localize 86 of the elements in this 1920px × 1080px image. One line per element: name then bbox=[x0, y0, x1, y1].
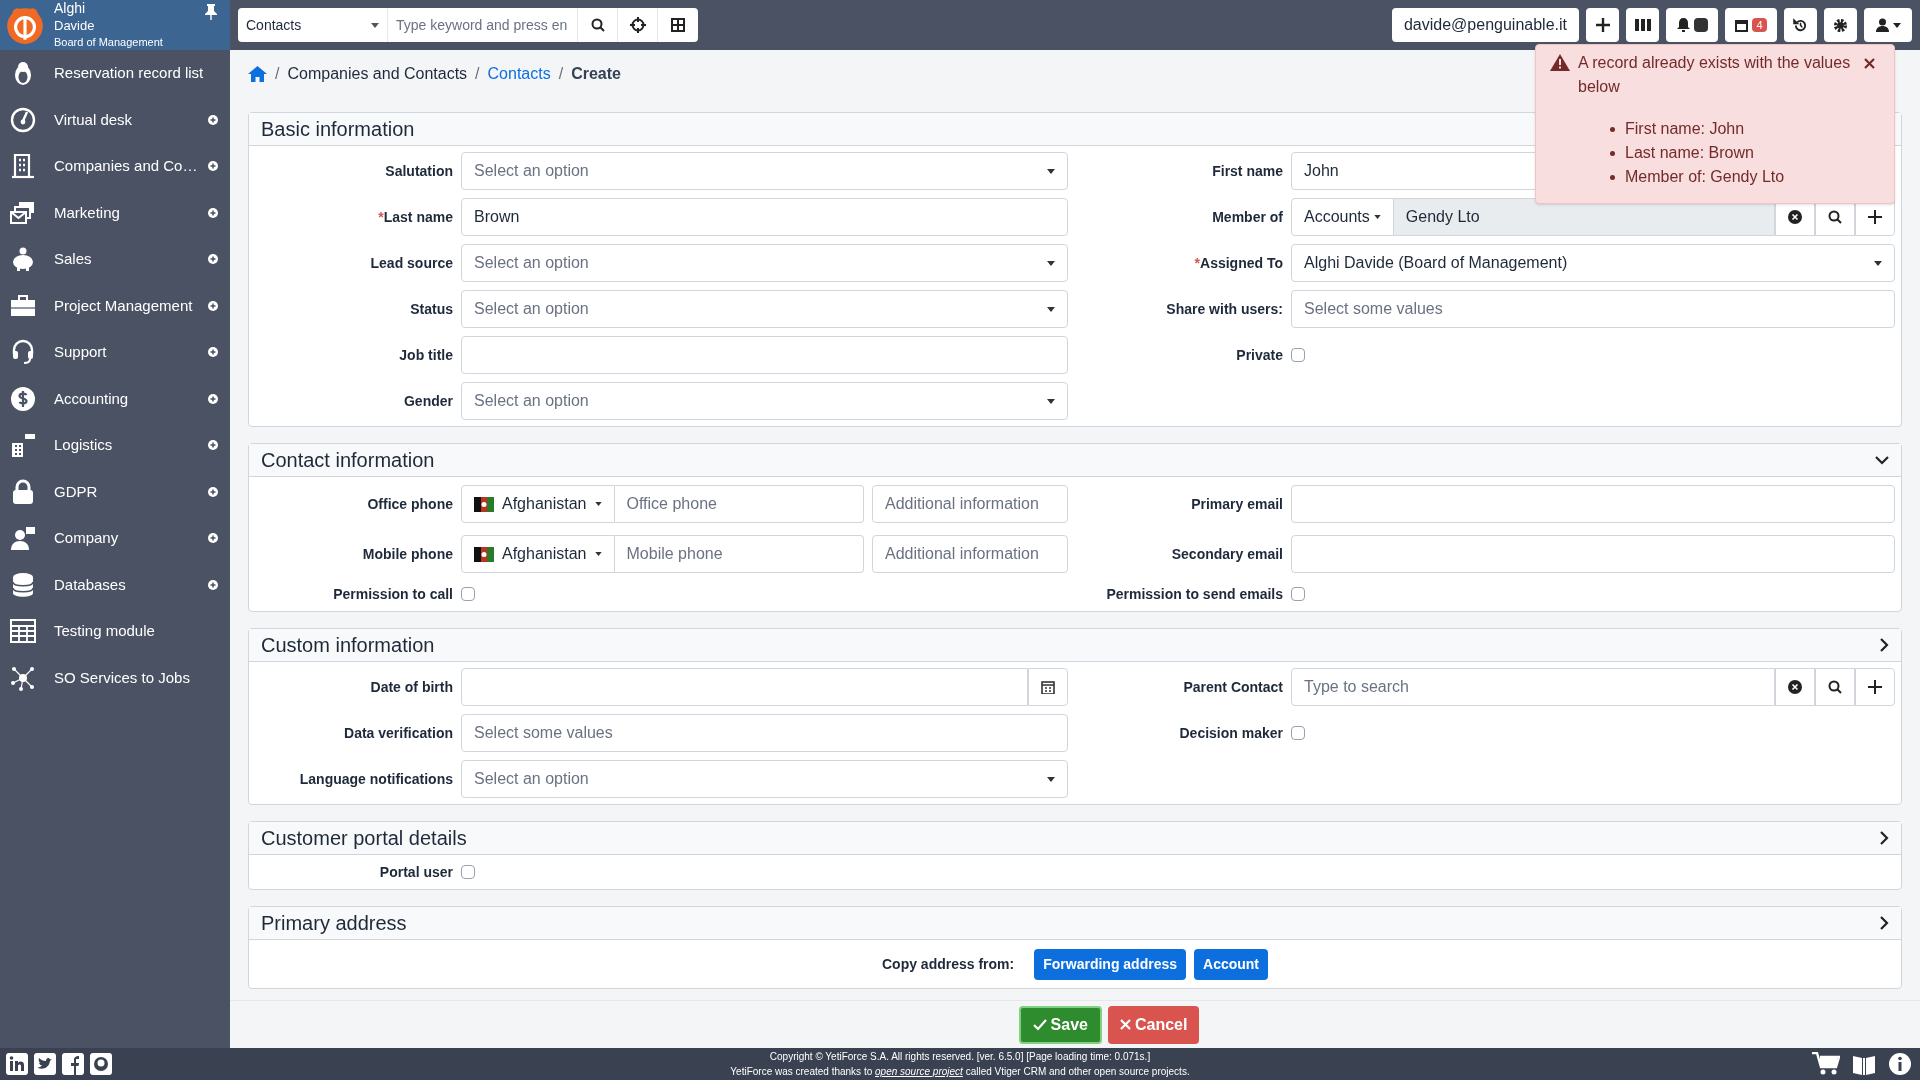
select-field[interactable]: Select an option bbox=[461, 382, 1068, 420]
user-last-name: Davide bbox=[54, 17, 96, 34]
field-label: Date of birth bbox=[369, 677, 454, 697]
country-select[interactable]: Afghanistan bbox=[461, 535, 615, 573]
field-label: Permission to call bbox=[332, 584, 454, 604]
field-label: Primary email bbox=[1190, 494, 1284, 514]
sidebar-item[interactable]: Testing module bbox=[0, 608, 230, 655]
sidebar-item[interactable]: Logistics bbox=[0, 422, 230, 469]
calendar-badge: 4 bbox=[1752, 18, 1767, 32]
cancel-button[interactable]: Cancel bbox=[1107, 1005, 1200, 1044]
field-label: Member of bbox=[1211, 207, 1284, 227]
user-email-field[interactable]: davide@penguinable.it bbox=[1391, 8, 1579, 42]
open-source-link[interactable]: open source project bbox=[875, 1066, 963, 1077]
sidebar-item[interactable]: Company bbox=[0, 515, 230, 562]
field-label: *Last name bbox=[377, 207, 454, 227]
reference-field[interactable]: Gendy Lto bbox=[1393, 198, 1775, 236]
copyright-text: Copyright © YetiForce S.A. All rights reserved. [ver. 6.5.0] [Page loading time: 0.071s.] bbox=[769, 1050, 1151, 1064]
field-label: Share with users: bbox=[1165, 299, 1284, 319]
alert-item: First name: John bbox=[1610, 117, 1880, 141]
panel-title: Custom information bbox=[261, 633, 435, 658]
user-first-name: Alghi bbox=[54, 0, 87, 17]
field-label: Permission to send emails bbox=[1105, 584, 1284, 604]
alert-message: A record already exists with the values below bbox=[1578, 53, 1852, 97]
sidebar-item[interactable]: Marketing bbox=[0, 189, 230, 236]
calendar-button[interactable]: 4 bbox=[1725, 8, 1777, 42]
select-field[interactable]: Select an option bbox=[461, 290, 1068, 328]
panel-title: Contact information bbox=[261, 448, 435, 473]
module-select[interactable]: Accounts bbox=[1291, 198, 1394, 236]
save-button[interactable]: Save bbox=[1018, 1005, 1102, 1044]
panel-title: Primary address bbox=[261, 911, 407, 936]
sidebar-item[interactable]: Project Management bbox=[0, 282, 230, 329]
field-label: Private bbox=[1235, 345, 1284, 365]
sidebar-item[interactable]: Sales bbox=[0, 236, 230, 283]
breadcrumb-separator: / bbox=[275, 64, 280, 84]
panel-title: Basic information bbox=[261, 117, 415, 142]
copy-address-label: Copy address from: bbox=[881, 954, 1015, 974]
sidebar-item[interactable]: Databases bbox=[0, 561, 230, 608]
country-select[interactable]: Afghanistan bbox=[461, 485, 615, 523]
breadcrumb-item[interactable]: Companies and Contacts bbox=[287, 62, 468, 86]
reference-field[interactable]: Type to search bbox=[1291, 668, 1775, 706]
field-label: Salutation bbox=[384, 161, 454, 181]
multiselect-field[interactable]: Select some values bbox=[461, 714, 1068, 752]
field-label: Data verification bbox=[343, 723, 454, 743]
select-field[interactable]: Select an option bbox=[461, 760, 1068, 798]
breadcrumb-item[interactable]: Contacts bbox=[487, 62, 551, 86]
field-label: Status bbox=[409, 299, 454, 319]
select-field[interactable]: Select an option bbox=[461, 244, 1068, 282]
field-label: Decision maker bbox=[1178, 723, 1284, 743]
field-label: Lead source bbox=[369, 253, 454, 273]
select-field[interactable]: Alghi Davide (Board of Management) bbox=[1291, 244, 1895, 282]
user-role: Board of Management bbox=[54, 35, 163, 50]
field-label: Parent Contact bbox=[1182, 677, 1284, 697]
field-label: Job title bbox=[398, 345, 454, 365]
alert-item: Last name: Brown bbox=[1610, 141, 1880, 165]
field-label: Secondary email bbox=[1170, 544, 1284, 564]
breadcrumb-item: Create bbox=[571, 64, 621, 84]
sidebar-item[interactable]: Virtual desk bbox=[0, 96, 230, 143]
breadcrumb-separator: / bbox=[475, 64, 480, 84]
phone-field[interactable]: Office phone bbox=[614, 485, 864, 523]
breadcrumb-separator: / bbox=[558, 64, 564, 84]
sidebar-item[interactable]: GDPR bbox=[0, 468, 230, 515]
multiselect-field[interactable]: Select some values bbox=[1291, 290, 1895, 328]
field-label: Language notifications bbox=[298, 769, 454, 789]
sidebar-item[interactable]: Accounting bbox=[0, 375, 230, 422]
field-label: Portal user bbox=[378, 862, 454, 882]
field-label: Office phone bbox=[366, 494, 454, 514]
field-label: Mobile phone bbox=[361, 544, 454, 564]
sidebar-item[interactable]: Companies and Co… bbox=[0, 143, 230, 190]
input-field[interactable]: Brown bbox=[461, 198, 1068, 236]
input-field[interactable]: Additional information bbox=[872, 535, 1068, 573]
sidebar-item[interactable]: Support bbox=[0, 329, 230, 376]
alert-item: Member of: Gendy Lto bbox=[1610, 165, 1880, 189]
module-select[interactable]: Contacts bbox=[238, 8, 388, 42]
panel-title: Customer portal details bbox=[261, 826, 467, 851]
phone-field[interactable]: Mobile phone bbox=[614, 535, 864, 573]
field-label: *Assigned To bbox=[1193, 253, 1284, 273]
copy-address-button[interactable]: Forwarding address bbox=[1034, 948, 1187, 980]
field-label: Gender bbox=[403, 391, 454, 411]
sidebar-item[interactable]: SO Services to Jobs bbox=[0, 654, 230, 701]
search-field[interactable]: Type keyword and press en bbox=[388, 8, 578, 42]
credits-text: YetiForce was created thanks to open source project called Vtiger CRM and other open source projects. bbox=[730, 1065, 1190, 1079]
select-field[interactable]: Select an option bbox=[461, 152, 1068, 190]
field-label: First name bbox=[1211, 161, 1284, 181]
copy-address-button[interactable]: Account bbox=[1194, 948, 1269, 980]
sidebar-item[interactable]: Reservation record list bbox=[0, 50, 230, 97]
input-field[interactable]: Additional information bbox=[872, 485, 1068, 523]
